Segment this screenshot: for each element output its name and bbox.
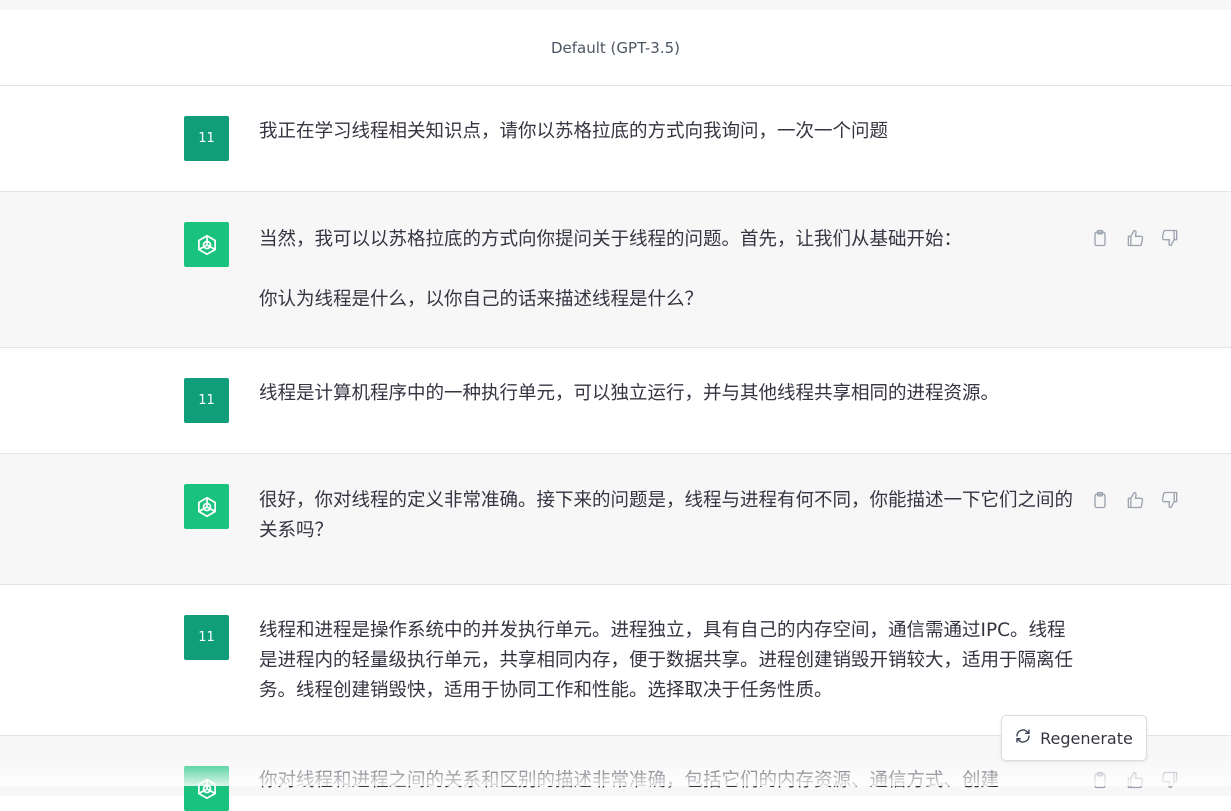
message-text: 当然，我可以以苏格拉底的方式向你提问关于线程的问题。首先，让我们从基础开始： 你… — [259, 225, 1074, 315]
message-user: 11 我正在学习线程相关知识点，请你以苏格拉底的方式向我询问，一次一个问题 — [0, 86, 1231, 192]
openai-logo-icon — [184, 222, 229, 267]
message-text: 你对线程和进程之间的关系和区别的描述非常准确，包括它们的内存资源、通信方式、创建 — [259, 766, 1074, 796]
refresh-icon — [1015, 728, 1031, 748]
message-paragraph: 很好，你对线程的定义非常准确。接下来的问题是，线程与进程有何不同，你能描述一下它… — [259, 490, 1074, 541]
thumbs-down-icon[interactable] — [1158, 226, 1181, 249]
openai-logo-icon — [184, 484, 229, 529]
message-user: 11 线程和进程是操作系统中的并发执行单元。进程独立，具有自己的内存空间，通信需… — [0, 585, 1231, 736]
regenerate-label: Regenerate — [1040, 728, 1133, 748]
user-avatar: 11 — [184, 116, 229, 161]
message-paragraph: 我正在学习线程相关知识点，请你以苏格拉底的方式向我询问，一次一个问题 — [259, 121, 889, 142]
message-actions — [1088, 488, 1181, 511]
message-assistant: 很好，你对线程的定义非常准确。接下来的问题是，线程与进程有何不同，你能描述一下它… — [0, 454, 1231, 585]
thumbs-down-icon[interactable] — [1158, 768, 1181, 791]
message-actions — [1088, 768, 1181, 791]
message-text: 很好，你对线程的定义非常准确。接下来的问题是，线程与进程有何不同，你能描述一下它… — [259, 486, 1074, 546]
message-text: 线程和进程是操作系统中的并发执行单元。进程独立，具有自己的内存空间，通信需通过I… — [259, 616, 1074, 706]
thumbs-up-icon[interactable] — [1123, 768, 1146, 791]
message-paragraph: 线程是计算机程序中的一种执行单元，可以独立运行，并与其他线程共享相同的进程资源。 — [259, 383, 1000, 404]
clipboard-icon[interactable] — [1088, 226, 1111, 249]
message-text: 线程是计算机程序中的一种执行单元，可以独立运行，并与其他线程共享相同的进程资源。 — [259, 379, 1074, 409]
message-assistant: 当然，我可以以苏格拉底的方式向你提问关于线程的问题。首先，让我们从基础开始： 你… — [0, 192, 1231, 348]
thumbs-down-icon[interactable] — [1158, 488, 1181, 511]
model-title: Default (GPT-3.5) — [550, 38, 680, 57]
message-paragraph: 当然，我可以以苏格拉底的方式向你提问关于线程的问题。首先，让我们从基础开始： — [259, 229, 963, 250]
message-user: 11 线程是计算机程序中的一种执行单元，可以独立运行，并与其他线程共享相同的进程… — [0, 348, 1231, 454]
thumbs-up-icon[interactable] — [1123, 488, 1146, 511]
message-paragraph: 你对线程和进程之间的关系和区别的描述非常准确，包括它们的内存资源、通信方式、创建 — [259, 770, 1000, 791]
user-avatar: 11 — [184, 615, 229, 660]
message-actions — [1088, 226, 1181, 249]
clipboard-icon[interactable] — [1088, 768, 1111, 791]
thumbs-up-icon[interactable] — [1123, 226, 1146, 249]
message-paragraph: 你认为线程是什么，以你自己的话来描述线程是什么？ — [259, 289, 704, 310]
user-avatar: 11 — [184, 378, 229, 423]
clipboard-icon[interactable] — [1088, 488, 1111, 511]
model-header: Default (GPT-3.5) — [0, 10, 1231, 86]
message-text: 我正在学习线程相关知识点，请你以苏格拉底的方式向我询问，一次一个问题 — [259, 117, 1074, 147]
regenerate-button[interactable]: Regenerate — [1001, 715, 1147, 761]
message-paragraph: 线程和进程是操作系统中的并发执行单元。进程独立，具有自己的内存空间，通信需通过I… — [259, 620, 1074, 701]
openai-logo-icon — [184, 766, 229, 811]
